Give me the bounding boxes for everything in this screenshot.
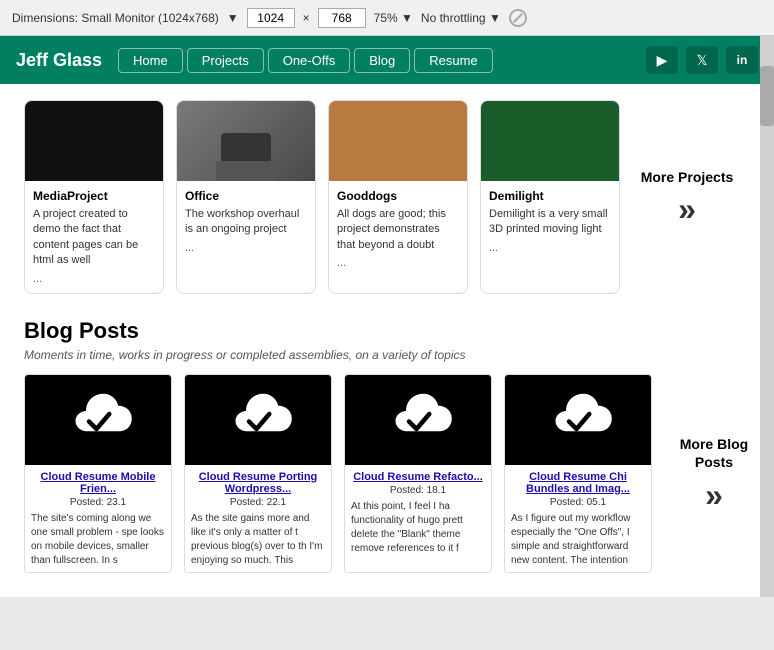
no-entry-icon <box>509 9 527 27</box>
blog-title-3[interactable]: Cloud Resume Chi Bundles and Imag... <box>511 471 645 495</box>
nav-resume[interactable]: Resume <box>414 48 492 73</box>
more-projects-box[interactable]: More Projects » <box>632 100 742 294</box>
blog-title-1[interactable]: Cloud Resume Porting Wordpress... <box>191 471 325 495</box>
zoom-select[interactable]: 75% ▼ <box>374 11 413 25</box>
scrollbar-thumb[interactable] <box>760 66 774 126</box>
throttle-select[interactable]: No throttling ▼ <box>421 11 501 25</box>
main-content: MediaProject A project created to demo t… <box>0 84 774 597</box>
twitter-icon: 𝕏 <box>696 52 707 69</box>
project-desc-media: A project created to demo the fact that … <box>33 207 155 269</box>
navbar: Jeff Glass Home Projects One-Offs Blog R… <box>0 36 774 84</box>
project-thumb-demilight <box>481 101 619 181</box>
cloud-check-icon-0 <box>58 390 138 450</box>
project-desc-demilight: Demilight is a very small 3D printed mov… <box>489 207 611 238</box>
project-card-gooddogs: Gooddogs All dogs are good; this project… <box>328 100 468 294</box>
project-title-gooddogs: Gooddogs <box>337 189 459 203</box>
nav-links: Home Projects One-Offs Blog Resume <box>118 48 646 73</box>
project-thumb-media <box>25 101 163 181</box>
project-thumb-gooddogs <box>329 101 467 181</box>
project-card-office: Office The workshop overhaul is an ongoi… <box>176 100 316 294</box>
nav-icons: ▶ 𝕏 in <box>646 46 758 74</box>
project-desc-office: The workshop overhaul is an ongoing proj… <box>185 207 307 238</box>
linkedin-button[interactable]: in <box>726 46 758 74</box>
blog-title-0[interactable]: Cloud Resume Mobile Frien... <box>31 471 165 495</box>
cloud-check-icon-3 <box>538 390 618 450</box>
more-blog-chevron[interactable]: » <box>705 479 723 511</box>
nav-home[interactable]: Home <box>118 48 183 73</box>
blog-section-subtitle: Moments in time, works in progress or co… <box>24 348 750 362</box>
project-title-office: Office <box>185 189 307 203</box>
page-wrapper: Dimensions: Small Monitor (1024x768) ▼ ×… <box>0 0 774 597</box>
blog-section-title: Blog Posts <box>24 318 750 344</box>
project-more-office: ... <box>185 242 307 254</box>
blog-date-1: Posted: 22.1 <box>191 497 325 508</box>
blog-date-2: Posted: 18.1 <box>351 485 485 496</box>
blog-excerpt-3: As I figure out my workflow especially t… <box>511 512 645 568</box>
projects-grid: MediaProject A project created to demo t… <box>24 84 750 302</box>
youtube-button[interactable]: ▶ <box>646 46 678 74</box>
height-input[interactable] <box>318 8 366 28</box>
blog-card-1: Cloud Resume Porting Wordpress... Posted… <box>184 374 332 573</box>
project-title-media: MediaProject <box>33 189 155 203</box>
project-card-media: MediaProject A project created to demo t… <box>24 100 164 294</box>
blog-card-2: Cloud Resume Refacto... Posted: 18.1 At … <box>344 374 492 573</box>
cloud-check-icon-2 <box>378 390 458 450</box>
project-more-media: ... <box>33 273 155 285</box>
more-projects-label: More Projects <box>641 169 734 185</box>
blog-thumb-2 <box>345 375 491 465</box>
cloud-check-icon-1 <box>218 390 298 450</box>
project-desc-gooddogs: All dogs are good; this project demonstr… <box>337 207 459 253</box>
linkedin-icon: in <box>737 53 748 67</box>
dimensions-label: Dimensions: Small Monitor (1024x768) <box>12 11 219 25</box>
blog-thumb-0 <box>25 375 171 465</box>
project-more-demilight: ... <box>489 242 611 254</box>
project-thumb-office <box>177 101 315 181</box>
youtube-icon: ▶ <box>657 52 668 69</box>
nav-brand[interactable]: Jeff Glass <box>16 50 102 71</box>
blog-date-0: Posted: 23.1 <box>31 497 165 508</box>
project-card-demilight: Demilight Demilight is a very small 3D p… <box>480 100 620 294</box>
scrollbar[interactable] <box>760 36 774 597</box>
blog-grid: Cloud Resume Mobile Frien... Posted: 23.… <box>24 374 750 573</box>
more-blog-box[interactable]: More BlogPosts » <box>664 374 750 573</box>
blog-thumb-1 <box>185 375 331 465</box>
project-more-gooddogs: ... <box>337 257 459 269</box>
nav-blog[interactable]: Blog <box>354 48 410 73</box>
blog-excerpt-0: The site's coming along we one small pro… <box>31 512 165 568</box>
width-input[interactable] <box>247 8 295 28</box>
blog-title-2[interactable]: Cloud Resume Refacto... <box>351 471 485 483</box>
more-blog-label: More BlogPosts <box>680 435 748 471</box>
twitter-button[interactable]: 𝕏 <box>686 46 718 74</box>
more-projects-chevron[interactable]: » <box>678 193 696 225</box>
blog-excerpt-2: At this point, I feel I ha functionality… <box>351 500 485 556</box>
nav-oneoffs[interactable]: One-Offs <box>268 48 351 73</box>
project-title-demilight: Demilight <box>489 189 611 203</box>
nav-projects[interactable]: Projects <box>187 48 264 73</box>
blog-date-3: Posted: 05.1 <box>511 497 645 508</box>
blog-thumb-3 <box>505 375 651 465</box>
browser-toolbar: Dimensions: Small Monitor (1024x768) ▼ ×… <box>0 0 774 36</box>
dropdown-arrow[interactable]: ▼ <box>227 11 239 25</box>
blog-card-3: Cloud Resume Chi Bundles and Imag... Pos… <box>504 374 652 573</box>
blog-excerpt-1: As the site gains more and like it's onl… <box>191 512 325 568</box>
blog-card-0: Cloud Resume Mobile Frien... Posted: 23.… <box>24 374 172 573</box>
